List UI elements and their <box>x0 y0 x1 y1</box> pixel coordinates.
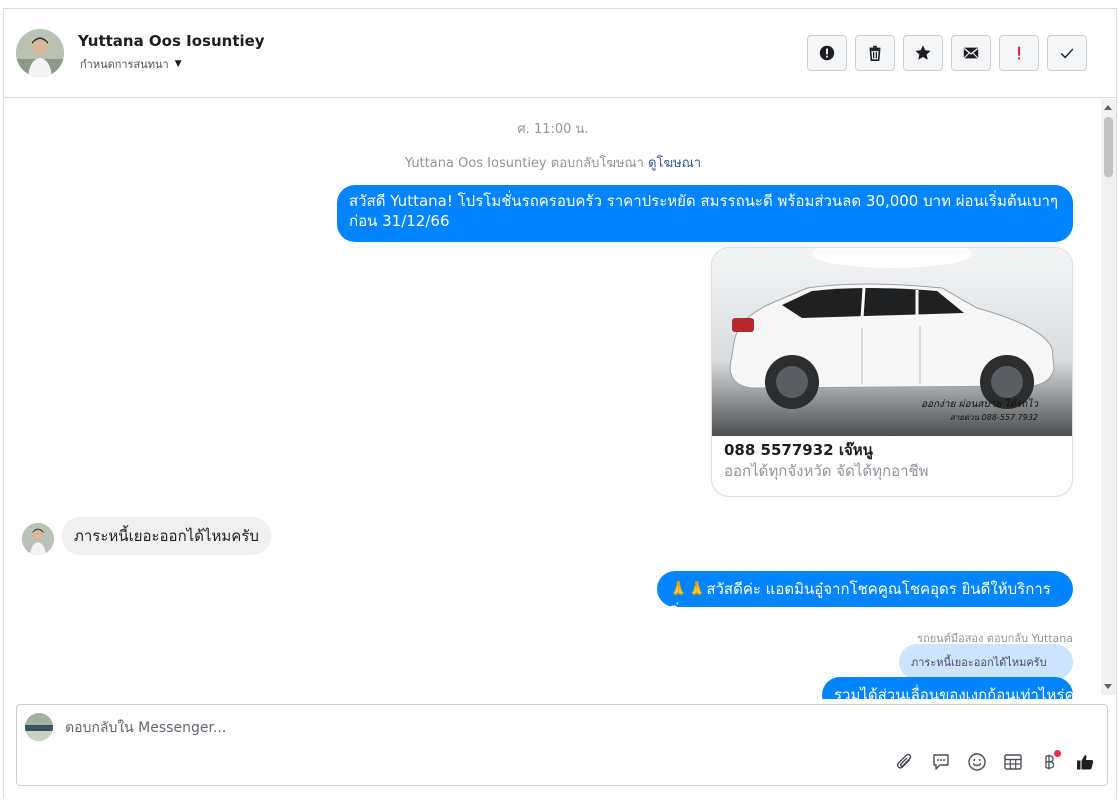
scroll-down-arrow[interactable] <box>1104 684 1112 689</box>
table-icon <box>1004 754 1022 770</box>
ad-image-caption-line: ออกง่าย ผ่อนสบาย ได้รถไว <box>920 399 1038 410</box>
message-text-line: สวัสดี Yuttana! โปรโมชั่นรถครอบครัว ราคา… <box>349 192 1058 210</box>
appointment-button[interactable] <box>1001 750 1025 774</box>
mark-unread-button[interactable] <box>951 35 991 71</box>
view-ad-link[interactable]: ดูโฆษณา <box>648 156 701 171</box>
ad-image-caption-line: สายด่วน 088-557 7932 <box>949 413 1038 422</box>
report-button[interactable] <box>807 35 847 71</box>
incoming-message[interactable]: ภาระหนี้เยอะออกได้ไหมครับ <box>62 517 271 555</box>
conversation-settings-dropdown[interactable]: กำหนดการสนทนา ▼ <box>80 55 182 73</box>
trash-icon <box>869 45 881 62</box>
exclamation-icon <box>1018 46 1021 60</box>
envelope-icon <box>963 47 979 59</box>
outgoing-message-greeting[interactable]: 🙏🙏สวัสดีค่ะ แอดมินอู๋จากโชคคูณโชคอุดร ยิ… <box>657 571 1073 618</box>
reply-input[interactable] <box>65 717 865 739</box>
emoji-button[interactable] <box>965 750 989 774</box>
alert-circle-icon <box>819 45 835 61</box>
ad-card[interactable]: ออกง่าย ผ่อนสบาย ได้รถไว สายด่วน 088-557… <box>711 247 1073 497</box>
thumbs-up-icon <box>1077 755 1094 770</box>
message-text: 🙏🙏สวัสดีค่ะ แอดมินอู๋จากโชคคูณโชคอุดร ยิ… <box>669 580 1051 618</box>
message-text: รวมได้ส่วนเลื่อนของเงกก้อนเท่าไหร่ค่ะ <box>834 686 1073 699</box>
message-text-line: ก่อน 31/12/66 <box>349 212 450 230</box>
conversation-settings-label: กำหนดการสนทนา <box>80 58 169 71</box>
paperclip-icon <box>896 753 912 769</box>
notification-dot <box>1054 750 1061 757</box>
ad-car-image[interactable]: ออกง่าย ผ่อนสบาย ได้รถไว สายด่วน 088-557… <box>712 248 1072 436</box>
thread-scrollbar[interactable] <box>1101 99 1116 695</box>
star-button[interactable] <box>903 35 943 71</box>
ad-reply-note: Yuttana Oos Iosuntiey ตอบกลับโฆษณา ดูโฆษ… <box>4 152 1102 173</box>
conversation-header: Yuttana Oos Iosuntiey กำหนดการสนทนา ▼ <box>4 9 1116 98</box>
scroll-up-arrow[interactable] <box>1104 105 1112 110</box>
composer-tools <box>893 750 1097 774</box>
like-button[interactable] <box>1073 750 1097 774</box>
quoted-message[interactable]: ภาระหนี้เยอะออกได้ไหมครับ <box>899 644 1073 680</box>
caret-down-icon: ▼ <box>174 59 182 69</box>
ad-image-caption: ออกง่าย ผ่อนสบาย ได้รถไว สายด่วน 088-557… <box>921 398 1038 424</box>
attach-button[interactable] <box>893 750 917 774</box>
mark-done-button[interactable] <box>1047 35 1087 71</box>
check-icon <box>1060 48 1074 59</box>
ad-reply-text: Yuttana Oos Iosuntiey ตอบกลับโฆษณา <box>404 156 644 171</box>
payment-button[interactable] <box>1037 750 1061 774</box>
conversation-window: Yuttana Oos Iosuntiey กำหนดการสนทนา ▼ ศ.… <box>3 8 1117 798</box>
outgoing-message-promo[interactable]: สวัสดี Yuttana! โปรโมชั่นรถครอบครัว ราคา… <box>337 185 1073 242</box>
delete-button[interactable] <box>855 35 895 71</box>
contact-avatar-small[interactable] <box>22 523 54 555</box>
outgoing-message-partial[interactable]: รวมได้ส่วนเลื่อนของเงกก้อนเท่าไหร่ค่ะ <box>822 677 1073 699</box>
emoji-icon <box>968 753 986 771</box>
message-text: ภาระหนี้เยอะออกได้ไหมครับ <box>74 527 259 545</box>
saved-reply-icon <box>933 754 949 770</box>
scroll-thumb[interactable] <box>1104 117 1113 177</box>
page-avatar <box>25 713 53 741</box>
star-icon <box>915 45 931 60</box>
contact-avatar[interactable] <box>16 29 64 77</box>
contact-name[interactable]: Yuttana Oos Iosuntiey <box>78 32 265 50</box>
header-actions <box>807 35 1087 71</box>
message-timestamp: ศ. 11:00 น. <box>517 122 589 137</box>
spam-button[interactable] <box>999 35 1039 71</box>
ad-card-description: ออกได้ทุกจังหวัด จัดได้ทุกอาชีพ <box>724 462 929 480</box>
saved-replies-button[interactable] <box>929 750 953 774</box>
message-composer <box>16 704 1108 786</box>
message-thread[interactable]: ศ. 11:00 น. Yuttana Oos Iosuntiey ตอบกลั… <box>4 99 1102 699</box>
